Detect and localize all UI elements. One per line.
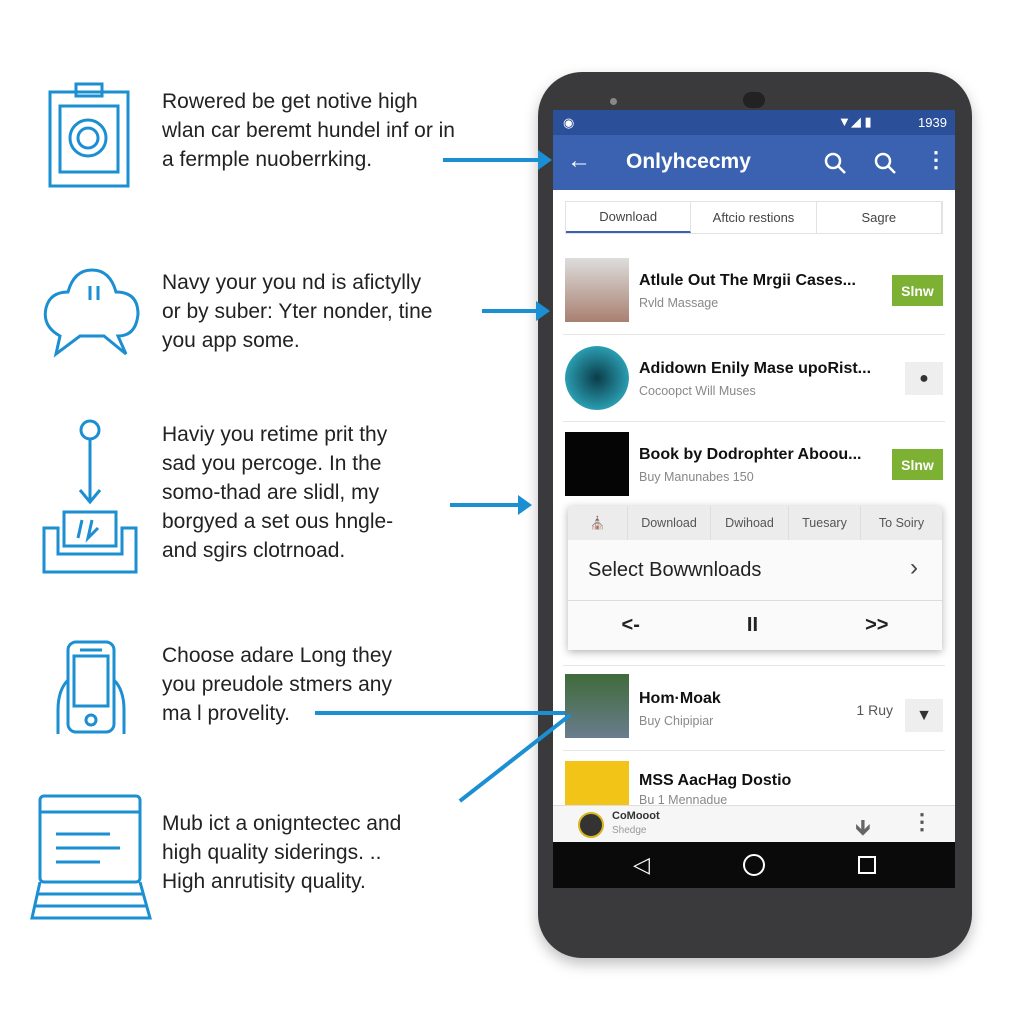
popup-tab[interactable]: To Soiry	[861, 506, 942, 540]
next-button[interactable]: >>	[865, 614, 888, 637]
list-item[interactable]: Hom·Moak Buy Chipipiar 1 Ruy ▼	[563, 665, 945, 751]
arrow-head	[538, 150, 552, 170]
feature-5-text: Mub ict a onigntectec and high quality si…	[162, 812, 402, 893]
list-item[interactable]: Atlule Out The Mrgii Cases... Rvld Massa…	[563, 250, 945, 335]
notification-icon: ◉	[563, 115, 575, 130]
callout-arrow	[443, 158, 543, 162]
popup-tab[interactable]: Dwihoad	[711, 506, 789, 540]
tag-button[interactable]: ●	[905, 362, 943, 395]
thumbnail	[565, 674, 629, 738]
list-item[interactable]: Book by Dodrophter Aboou... Buy Manunabe…	[563, 422, 945, 507]
item-title: Hom·Moak	[639, 690, 721, 707]
callout-arrow	[315, 711, 565, 715]
building-icon[interactable]: ⛪	[568, 506, 628, 540]
search-icon[interactable]	[873, 151, 897, 175]
callout-arrow	[450, 503, 520, 507]
app-title: Onlyhcecmy	[626, 150, 751, 173]
item-subtitle: Cocoopct Will Muses	[639, 384, 756, 398]
back-nav-icon[interactable]: ◁	[633, 852, 650, 878]
previous-button[interactable]: <-	[622, 614, 640, 637]
tab-download[interactable]: Download	[566, 202, 692, 233]
popup-tab[interactable]: Tuesary	[789, 506, 861, 540]
list-item[interactable]: MSS AacHag Dostio Bu 1 Mennadue	[563, 751, 945, 811]
arrow-head	[536, 301, 550, 321]
thumbnail	[565, 346, 629, 410]
app-bar: ← Onlyhcecmy ⋮	[553, 135, 955, 190]
tab-bar: Download Aftcio restions Sagre	[565, 201, 943, 234]
item-title: Book by Dodrophter Aboou...	[639, 446, 862, 463]
show-button[interactable]: Slnw	[892, 275, 943, 306]
recents-nav-icon[interactable]	[858, 856, 876, 874]
nav-bar: ◁	[553, 842, 955, 888]
pause-button[interactable]: II	[747, 614, 758, 637]
mini-player-art	[578, 812, 604, 838]
status-bar: ◉ ▼◢ ▮ 1939	[553, 110, 955, 135]
mini-player-subtitle: Shedge	[612, 825, 647, 836]
mini-player-title: CoMooot	[612, 810, 660, 822]
dropdown-button[interactable]: ▼	[905, 699, 943, 732]
chevron-right-icon: ›	[910, 554, 918, 581]
item-title: Adidown Enily Mase upoRist...	[639, 360, 872, 377]
phone-screen: ◉ ▼◢ ▮ 1939 ← Onlyhcecmy ⋮ Download Aftc…	[553, 110, 955, 888]
popup-title: Select Bowwnloads	[588, 559, 762, 581]
more-options-icon[interactable]: ⋮	[925, 147, 947, 173]
thumbnail	[565, 761, 629, 805]
download-tray-icon	[42, 418, 140, 581]
back-icon[interactable]: ←	[567, 147, 591, 175]
tab-sagre[interactable]: Sagre	[817, 202, 942, 233]
chat-bubble-icon	[40, 266, 142, 363]
popup-tab[interactable]: Download	[628, 506, 711, 540]
status-time: 1939	[918, 115, 947, 130]
item-subtitle: Buy Manunabes 150	[639, 470, 754, 484]
smartphone-icon	[56, 640, 128, 741]
arrow-head	[518, 495, 532, 515]
search-icon[interactable]	[823, 151, 847, 175]
wifi-signal-battery-icon: ▼◢ ▮	[838, 114, 872, 129]
laptop-icon	[30, 794, 152, 929]
feature-2-text: Navy your you nd is afictylly or by suber…	[162, 271, 433, 352]
mini-player[interactable]: CoMooot Shedge 🡻 ⋮	[553, 805, 955, 842]
item-title: Atlule Out The Mrgii Cases...	[639, 272, 856, 289]
item-subtitle: Buy Chipipiar	[639, 714, 714, 728]
more-options-icon[interactable]: ⋮	[911, 809, 933, 835]
tab-options[interactable]: Aftcio restions	[691, 202, 817, 233]
home-nav-icon[interactable]	[743, 854, 765, 876]
list-item[interactable]: Adidown Enily Mase upoRist... Cocoopct W…	[563, 335, 945, 422]
show-button[interactable]: Slnw	[892, 449, 943, 480]
thumbnail	[565, 432, 629, 496]
feature-3-text: Haviy you retime prit thy sad you percoge…	[162, 423, 394, 562]
clipboard-icon	[48, 82, 132, 195]
select-downloads-row[interactable]: Select Bowwnloads ›	[568, 540, 942, 601]
download-popup: ⛪ Download Dwihoad Tuesary To Soiry Sele…	[568, 506, 942, 650]
item-title: MSS AacHag Dostio	[639, 772, 792, 789]
callout-arrow	[482, 309, 538, 313]
buy-count: 1 Ruy	[856, 702, 893, 718]
thumbnail	[565, 258, 629, 322]
item-subtitle: Rvld Massage	[639, 296, 719, 310]
